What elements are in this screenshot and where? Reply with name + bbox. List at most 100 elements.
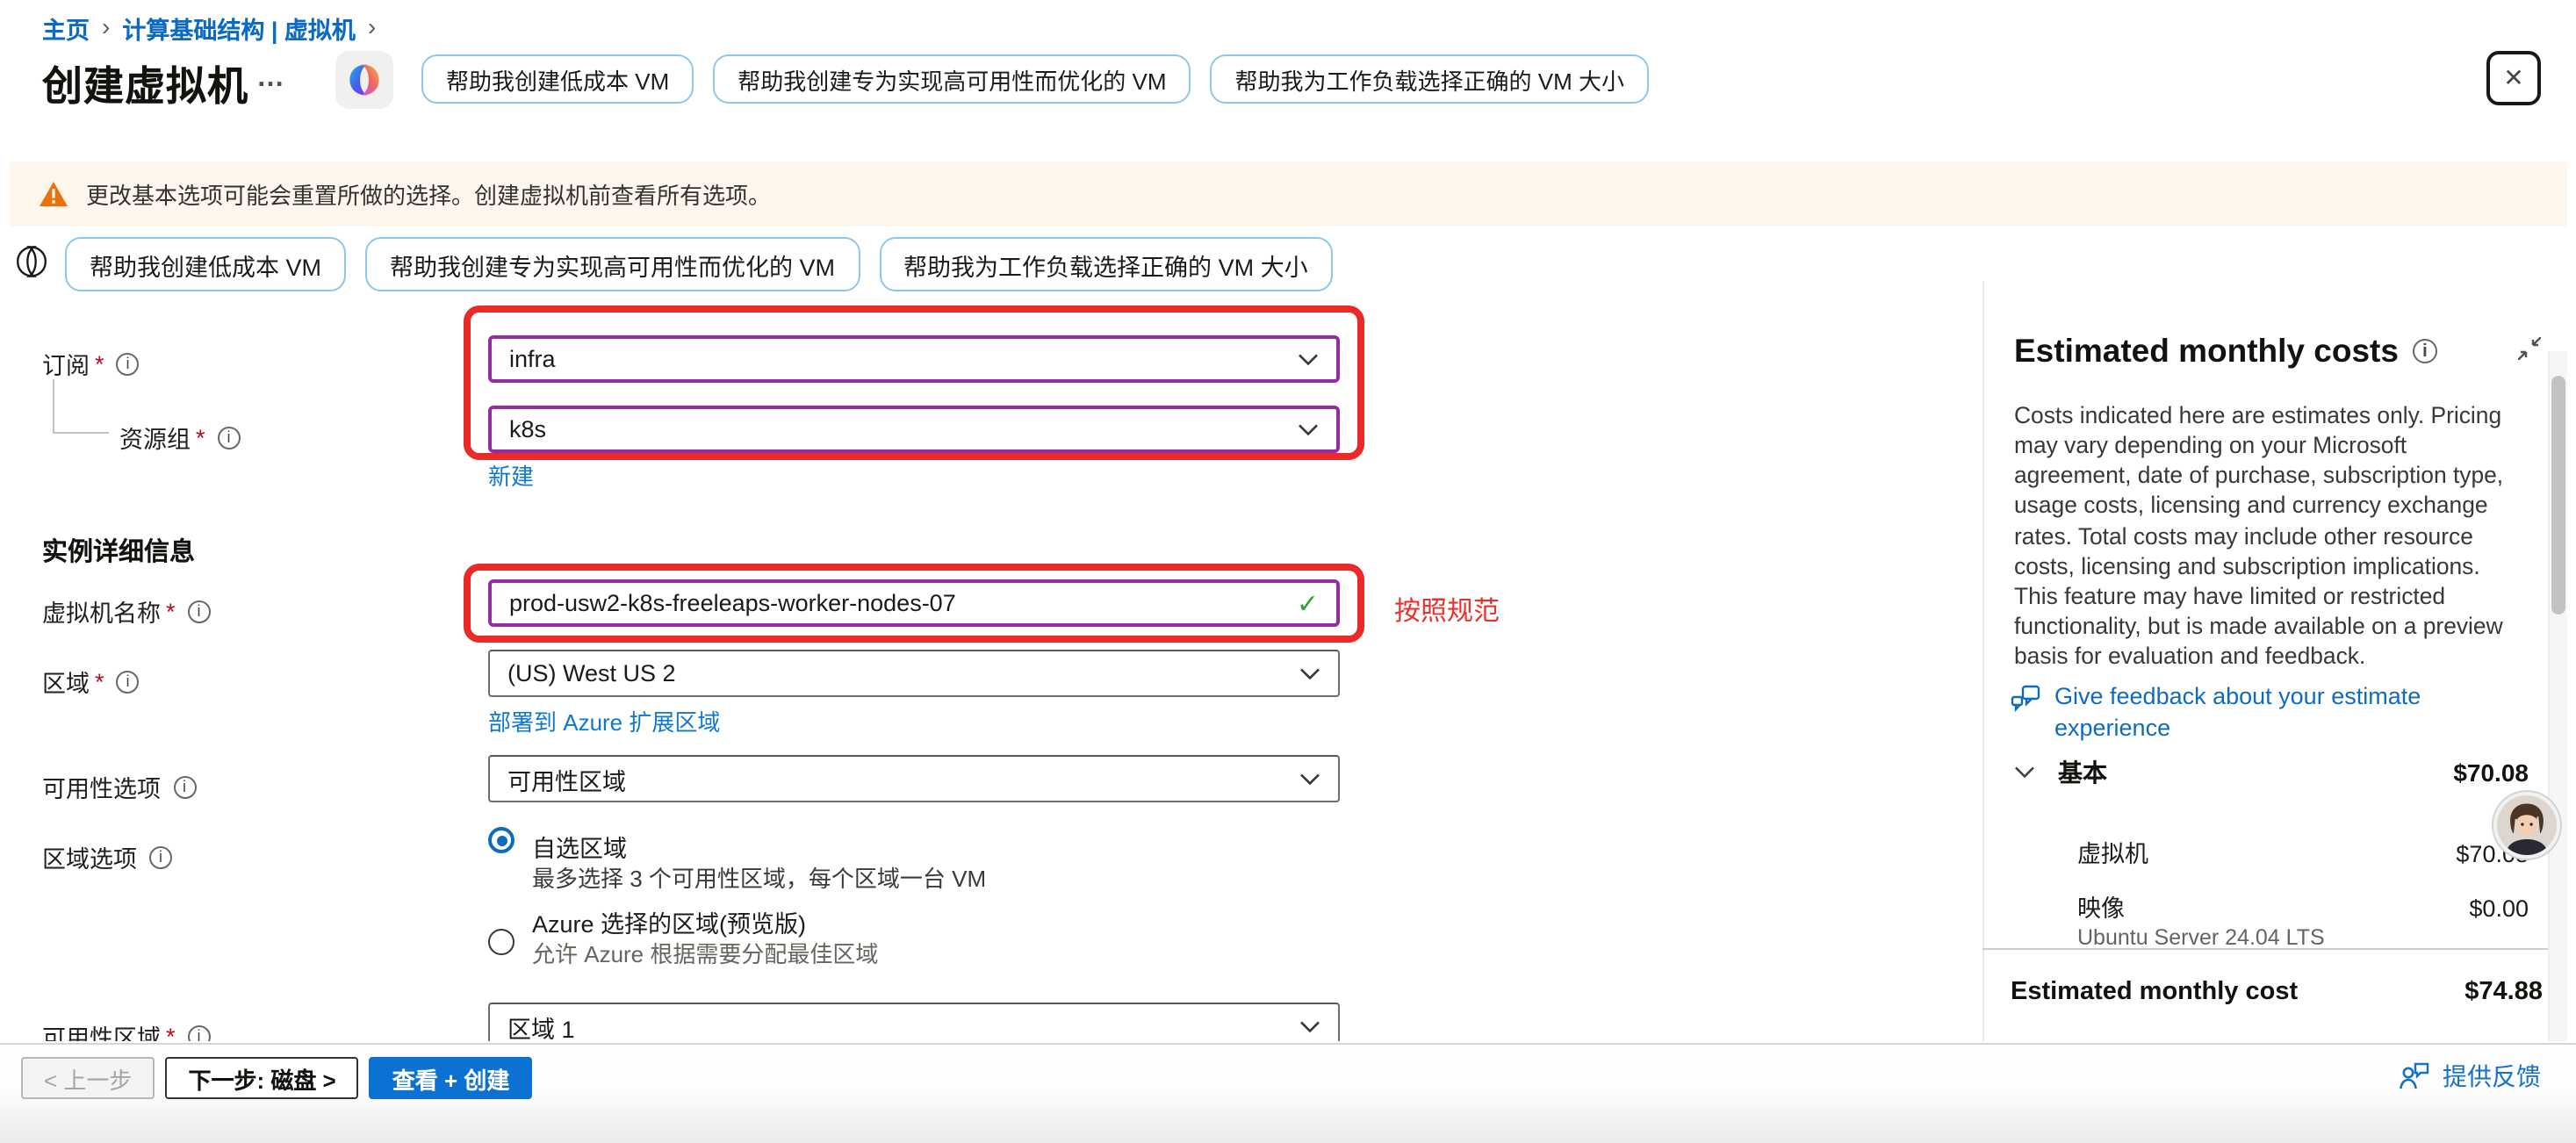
suggest-low-cost-vm-button[interactable]: 帮助我创建低成本 VM [65,237,346,291]
availability-zone-value: 区域 1 [507,1009,1299,1041]
copilot-icon [346,61,383,98]
chevron-down-icon [1298,422,1319,436]
warning-text: 更改基本选项可能会重置所做的选择。创建虚拟机前查看所有选项。 [86,177,771,211]
suggest-high-availability-vm-button[interactable]: 帮助我创建专为实现高可用性而优化的 VM [713,54,1191,104]
deploy-extended-zone-link[interactable]: 部署到 Azure 扩展区域 [488,704,720,737]
availability-options-dropdown[interactable]: 可用性区域 [488,755,1340,802]
cost-group-row: 基本 $70.08 [2058,755,2529,790]
self-select-zones-option-desc: 最多选择 3 个可用性区域，每个区域一台 VM [532,860,986,894]
cost-total-amount: $74.88 [2464,978,2543,1006]
chevron-down-icon [1298,352,1319,366]
region-label: 区域* i [42,664,140,699]
cost-item-name: 虚拟机 [2077,834,2148,869]
vm-name-label: 虚拟机名称* i [42,593,211,629]
breadcrumb-vm-link[interactable]: 计算基础结构 | 虚拟机 [122,11,356,46]
feedback-link[interactable]: 提供反馈 [2399,1059,2541,1094]
availability-options-label-text: 可用性选项 [42,769,161,804]
region-dropdown[interactable]: (US) West US 2 [488,650,1340,697]
cost-item-row: 映像 $0.00 [2077,888,2529,924]
chevron-down-icon [1299,772,1320,786]
vm-name-input[interactable]: prod-usw2-k8s-freeleaps-worker-nodes-07 … [488,579,1340,627]
create-vm-page: 主页 › 计算基础结构 | 虚拟机 › 创建虚拟机 … [0,0,2576,1143]
create-new-resource-group-link[interactable]: 新建 [488,458,534,492]
estimate-feedback-link-text: Give feedback about your estimate experi… [2054,681,2493,743]
suggest-low-cost-vm-button[interactable]: 帮助我创建低成本 VM [421,54,694,104]
subscription-value: infra [509,346,1298,372]
collapse-panel-icon[interactable] [2518,337,2541,369]
cost-panel-title-text: Estimated monthly costs [2014,332,2399,370]
chevron-down-icon [1299,666,1320,680]
suggest-right-vm-size-button[interactable]: 帮助我为工作负载选择正确的 VM 大小 [1211,54,1649,104]
info-icon[interactable]: i [218,426,241,449]
copilot-suggestions-row-2: 帮助我创建低成本 VM 帮助我创建专为实现高可用性而优化的 VM 帮助我为工作负… [65,237,1333,291]
warning-banner: 更改基本选项可能会重置所做的选择。创建虚拟机前查看所有选项。 [9,162,2567,226]
panel-divider [1982,281,1984,1041]
review-create-button[interactable]: 查看 + 创建 [370,1057,533,1099]
required-mark: * [196,424,205,450]
info-icon[interactable]: i [188,1024,211,1041]
resource-group-label-text: 资源组 [119,420,191,455]
cost-group-chevron[interactable] [2014,757,2035,788]
feedback-link-text: 提供反馈 [2443,1059,2541,1094]
azure-selected-zone-option-label[interactable]: Azure 选择的区域(预览版) [532,904,806,939]
cost-item-amount: $0.00 [2469,895,2529,922]
breadcrumb-home-link[interactable]: 主页 [42,11,90,46]
info-icon[interactable]: i [173,775,196,798]
subscription-label-text: 订阅 [42,346,90,381]
tree-connector-line [53,379,54,432]
required-mark: * [166,1023,176,1041]
region-value: (US) West US 2 [507,660,1299,687]
availability-zone-dropdown[interactable]: 区域 1 [488,1003,1340,1041]
resource-group-dropdown[interactable]: k8s [488,406,1340,453]
scrollbar-thumb[interactable] [2551,376,2565,615]
info-icon[interactable]: i [117,352,140,375]
suggest-high-availability-vm-button[interactable]: 帮助我创建专为实现高可用性而优化的 VM [365,237,860,291]
cost-item-row: 虚拟机 $70.08 [2077,834,2529,869]
estimate-feedback-link[interactable]: Give feedback about your estimate experi… [2011,681,2493,743]
cost-item-name: 映像 [2077,888,2125,924]
valid-check-icon: ✓ [1297,587,1319,619]
cost-total-label: Estimated monthly cost [2011,978,2298,1006]
copilot-suggestions-row-1: 帮助我创建低成本 VM 帮助我创建专为实现高可用性而优化的 VM 帮助我为工作负… [421,54,1649,104]
previous-step-button[interactable]: < 上一步 [21,1057,155,1099]
cost-group-amount: $70.08 [2453,758,2529,787]
subscription-label: 订阅* i [42,346,140,381]
close-icon: ✕ [2503,63,2523,93]
availability-zone-label-text: 可用性区域 [42,1018,161,1041]
suggest-right-vm-size-button[interactable]: 帮助我为工作负载选择正确的 VM 大小 [879,237,1333,291]
chevron-down-icon [2014,766,2035,780]
required-mark: * [166,598,176,624]
more-options-icon[interactable]: … [256,63,286,95]
resource-group-label: 资源组* i [119,420,241,455]
breadcrumb-chevron-icon: › [368,12,376,40]
availability-zone-label: 可用性区域 * i [42,1018,211,1041]
breadcrumb-chevron-icon: › [102,12,110,40]
warning-icon [39,181,68,207]
close-button[interactable]: ✕ [2486,51,2541,105]
cost-item-note: Ubuntu Server 24.04 LTS [2077,925,2325,950]
copilot-outline-icon [14,244,49,288]
self-select-zones-option-label[interactable]: 自选区域 [532,829,627,864]
zone-options-label: 区域选项 i [42,839,172,874]
next-step-disks-button[interactable]: 下一步: 磁盘 > [165,1057,358,1099]
vm-name-value: prod-usw2-k8s-freeleaps-worker-nodes-07 [509,590,1297,616]
subscription-dropdown[interactable]: infra [488,335,1340,383]
instance-details-heading: 实例详细信息 [42,532,195,569]
copilot-button[interactable] [335,51,393,109]
info-icon[interactable]: i [149,845,172,868]
info-icon[interactable]: i [188,600,211,622]
azure-selected-zone-radio[interactable] [488,929,514,955]
wizard-buttons: < 上一步 下一步: 磁盘 > 查看 + 创建 [21,1057,532,1099]
page-title: 创建虚拟机 [42,53,248,112]
info-icon[interactable]: i [2413,339,2437,363]
region-label-text: 区域 [42,664,90,699]
chevron-down-icon [1299,1019,1320,1033]
availability-options-label: 可用性选项 i [42,769,196,804]
self-select-zones-radio[interactable] [488,827,514,853]
avatar[interactable] [2493,792,2560,859]
cost-group-name: 基本 [2058,755,2107,790]
azure-selected-zone-option-desc: 允许 Azure 根据需要分配最佳区域 [532,936,878,969]
cost-panel-description: Costs indicated here are estimates only.… [2014,400,2518,672]
content-area: 主页 › 计算基础结构 | 虚拟机 › 创建虚拟机 … [0,0,2576,1041]
info-icon[interactable]: i [117,670,140,693]
